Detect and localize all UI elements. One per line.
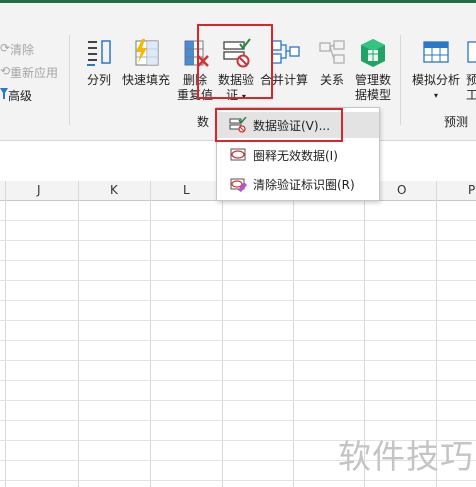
grid-line [5,181,6,487]
chevron-down-icon: ▾ [433,91,438,100]
text-to-columns-icon [87,40,111,66]
clear-label: 清除 [10,43,35,57]
clear-icon: ⟳ [0,41,11,55]
forecast-sheet-button[interactable]: 预 工 [462,37,476,103]
manage-model-label-2: 据模型 [354,88,391,102]
forecast-sheet-label-1: 预 [466,73,476,87]
menu-item-circle-invalid[interactable]: 圈释无效数据(I) [217,142,379,168]
menu-item-clear-circles[interactable]: 清除验证标识圈(R) [217,171,379,197]
forecast-sheet-label-2: 工 [466,88,476,102]
grid-line [0,260,476,261]
grid-line [0,240,476,241]
group-divider [69,35,70,125]
grid-line [293,181,294,487]
grid-line [0,220,476,221]
relationships-label: 关系 [319,73,344,87]
manage-model-label-1: 管理数 [354,73,391,87]
menu-item-label: 清除验证标识圈(R) [253,178,355,192]
manage-data-model-button[interactable]: 管理数 据模型 [352,37,394,103]
column-header-k[interactable]: K [110,183,118,197]
group-divider [400,35,401,125]
data-model-icon [361,39,385,67]
text-to-columns-label: 分列 [86,73,111,87]
column-header-l[interactable]: L [183,183,190,197]
highlight-box-menu [215,108,343,142]
forecast-sheet-icon [467,41,476,63]
grid-line [0,320,476,321]
what-if-label: 模拟分析 [411,73,460,87]
advanced-label: 高级 [8,89,33,103]
grid-line [0,480,476,481]
grid-line [0,300,476,301]
reapply-label: 重新应用 [10,66,59,80]
forecast-group-label: 预测 [444,115,469,129]
grid-line [78,181,79,487]
clear-circles-icon [230,178,247,192]
grid-line [0,340,476,341]
grid-line [0,420,476,421]
highlight-box-ribbon [197,24,273,99]
circle-invalid-icon [230,148,246,161]
grid-line [0,360,476,361]
column-header-j[interactable]: J [37,183,41,197]
grid-line [222,181,223,487]
watermark-text: 软件技巧 [338,437,474,476]
advanced-filter-icon [0,88,8,99]
column-header-p[interactable]: P [468,183,475,197]
relationships-button[interactable]: 关系 [314,37,350,88]
grid-line [150,181,151,487]
what-if-analysis-icon [423,41,449,63]
text-to-columns-button[interactable]: 分列 [80,37,118,88]
flash-fill-label: 快速填充 [121,73,170,87]
flash-fill-button[interactable]: 快速填充 [120,37,172,88]
relationships-icon [319,40,345,64]
grid-line [0,280,476,281]
data-tools-group-label: 数 [197,115,210,129]
what-if-analysis-button[interactable]: 模拟分析 ▾ [410,37,462,103]
grid-line [0,400,476,401]
column-header-o[interactable]: O [397,183,406,197]
flash-fill-icon [135,39,159,66]
reapply-icon: ⟲ [0,64,11,78]
grid-line [0,380,476,381]
menu-item-label: 圈释无效数据(I) [253,149,338,163]
